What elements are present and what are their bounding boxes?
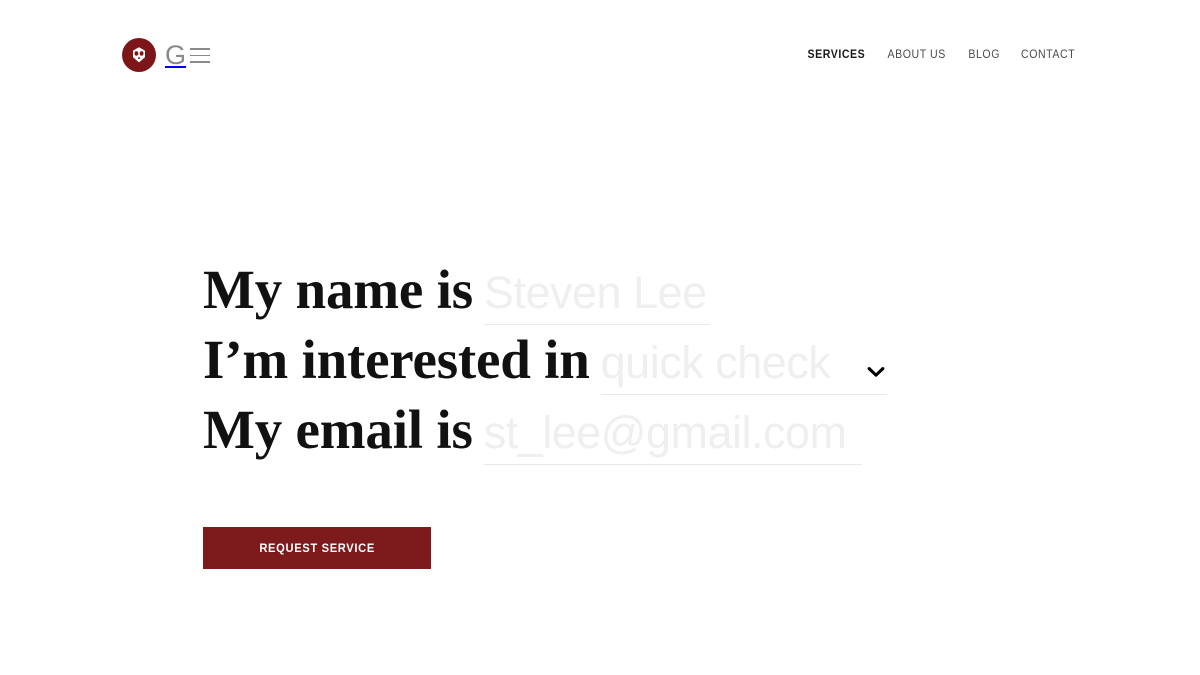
primary-nav: SERVICES ABOUT US BLOG CONTACT	[796, 49, 1078, 61]
brand-logo[interactable]: G	[122, 33, 211, 77]
brand-letter-g: G	[165, 39, 187, 70]
email-input[interactable]: st_lee@gmail.com	[483, 407, 862, 465]
form-line-service: I’m interested in quick check	[203, 332, 1123, 402]
request-service-button-label: REQUEST SERVICE	[259, 541, 375, 555]
service-select-value: quick check	[600, 337, 831, 388]
request-service-button[interactable]: REQUEST SERVICE	[203, 527, 431, 569]
name-input[interactable]: Steven Lee	[483, 267, 710, 325]
email-input-placeholder: st_lee@gmail.com	[483, 407, 847, 458]
brand-wordmark: G	[165, 39, 211, 70]
brand-letter-e-icon	[190, 47, 211, 63]
skull-badge-icon	[122, 38, 156, 72]
site-header: G SERVICES ABOUT US BLOG CONTACT	[0, 0, 1200, 110]
name-lead-text: My name is	[203, 259, 473, 320]
service-select[interactable]: quick check	[600, 337, 887, 395]
form-line-email: My email is st_lee@gmail.com	[203, 402, 1123, 472]
name-input-placeholder: Steven Lee	[483, 267, 707, 318]
nav-item-blog[interactable]: BLOG	[960, 49, 1008, 61]
service-lead-text: I’m interested in	[203, 329, 590, 390]
landing-page: G SERVICES ABOUT US BLOG CONTACT My name…	[0, 0, 1200, 675]
chevron-down-icon[interactable]	[865, 364, 887, 380]
nav-item-services[interactable]: SERVICES	[799, 49, 873, 61]
form-line-name: My name is Steven Lee	[203, 262, 1123, 332]
nav-item-contact[interactable]: CONTACT	[1013, 49, 1076, 61]
nav-item-about-us[interactable]: ABOUT US	[880, 49, 955, 61]
service-request-form: My name is Steven Lee I’m interested in …	[203, 262, 1123, 472]
email-lead-text: My email is	[203, 399, 473, 460]
